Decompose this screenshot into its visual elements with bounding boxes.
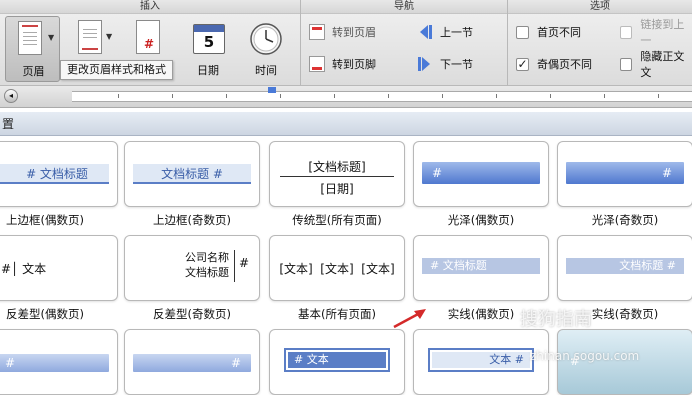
indent-marker[interactable] (268, 87, 276, 93)
tile-preview-text: # (566, 162, 684, 184)
prev-section-icon (416, 24, 434, 40)
gallery-tile[interactable]: # (557, 141, 692, 207)
tile-preview-text: # (238, 256, 249, 270)
checkbox-box (620, 25, 633, 39)
tile-caption: 上边框(奇数页) (153, 213, 231, 227)
checkmark-icon: ✓ (516, 56, 529, 71)
tile-preview-text: [日期] (320, 182, 354, 196)
checkbox-box (620, 57, 633, 71)
calendar-icon: 5 (193, 20, 225, 58)
gallery-tile[interactable]: # 文本 (269, 329, 405, 395)
first-page-different-checkbox[interactable]: 首页不同 (516, 21, 581, 43)
goto-header-icon (308, 24, 326, 40)
checkbox-box (516, 25, 529, 39)
prev-section-button[interactable]: 上一节 (416, 21, 473, 43)
gallery-tile[interactable]: # (124, 329, 260, 395)
gallery-tile[interactable]: # (413, 141, 549, 207)
tile-preview-text: [文档标题] (308, 160, 366, 174)
tile-preview-text: 文档标题 (185, 266, 229, 279)
ruler-track[interactable] (72, 87, 692, 102)
header-button-label: 页眉 (22, 65, 45, 78)
tile-preview-text: 文档标题 # (133, 164, 251, 184)
tile-caption: 上边框(偶数页) (6, 213, 84, 227)
prev-section-label: 上一节 (440, 26, 473, 39)
gallery-header: 置 (0, 112, 692, 136)
goto-footer-label: 转到页脚 (332, 58, 376, 71)
ruler-toggle[interactable]: ◂ (4, 89, 18, 103)
header-button[interactable]: ▼ 页眉 (5, 16, 60, 82)
goto-header-button[interactable]: 转到页眉 (308, 21, 376, 43)
tile-preview-text: [文本] [文本] [文本] (279, 262, 395, 276)
tile-caption: 反差型(偶数页) (6, 307, 84, 321)
ruler: ◂ (0, 86, 692, 108)
date-button-label: 日期 (197, 64, 219, 77)
gallery-tile[interactable]: # 文档标题 (0, 141, 118, 207)
time-button-label: 时间 (255, 64, 277, 77)
gallery-tile[interactable]: 文档标题 # (557, 235, 692, 301)
goto-footer-icon (308, 56, 326, 72)
gallery-tile[interactable]: # 文档标题 (413, 235, 549, 301)
clock-icon (250, 20, 282, 58)
gallery-tile[interactable]: 公司名称 文档标题 # (124, 235, 260, 301)
next-section-button[interactable]: 下一节 (416, 53, 473, 75)
group-title-options: 选项 (508, 0, 692, 14)
next-section-icon (416, 56, 434, 72)
first-page-different-label: 首页不同 (537, 26, 581, 39)
date-button[interactable]: 5 日期 (183, 16, 233, 82)
group-divider (507, 0, 508, 86)
tile-preview-text: 公司名称 (185, 251, 229, 264)
link-to-previous-label: 链接到上一 (640, 18, 685, 47)
gallery-tile[interactable]: 文本 # (413, 329, 549, 395)
group-title-insert: 插入 (0, 0, 300, 14)
tile-caption: 反差型(奇数页) (153, 307, 231, 321)
chevron-down-icon: ▼ (48, 33, 55, 42)
goto-header-label: 转到页眉 (332, 26, 376, 39)
gallery-tile[interactable]: 文档标题 # (124, 141, 260, 207)
time-button[interactable]: 时间 (241, 16, 291, 82)
tile-preview-text: # (133, 354, 251, 372)
page-number-icon: # (134, 20, 164, 58)
tile-caption: 传统型(所有页面) (292, 213, 382, 227)
odd-even-different-checkbox[interactable]: ✓ 奇偶页不同 (516, 53, 592, 75)
watermark-url: zhinan.sogou.com (530, 349, 640, 363)
tooltip: 更改页眉样式和格式 (60, 60, 173, 80)
tile-preview-text: # 文本 (288, 352, 386, 368)
red-arrow-icon (393, 309, 426, 329)
tile-caption: 基本(所有页面) (298, 307, 376, 321)
next-section-label: 下一节 (440, 58, 473, 71)
tile-preview-text: # 文档标题 (422, 258, 540, 274)
gallery-tile[interactable]: [文档标题] [日期] (269, 141, 405, 207)
tile-preview-text: 文档标题 # (566, 258, 684, 274)
footer-icon (76, 20, 106, 58)
group-title-navigation: 导航 (301, 0, 507, 14)
odd-even-different-label: 奇偶页不同 (537, 58, 592, 71)
goto-footer-button[interactable]: 转到页脚 (308, 53, 376, 75)
tile-preview-text: 文本 # (432, 352, 530, 368)
group-divider (300, 0, 301, 86)
chevron-down-icon: ▼ (106, 32, 113, 41)
hide-body-text-label: 隐藏正文文 (640, 50, 685, 79)
tile-preview-text: # 文档标题 (0, 164, 109, 184)
link-to-previous-checkbox[interactable]: 链接到上一 (620, 18, 692, 47)
gallery-tile[interactable]: [文本] [文本] [文本] (269, 235, 405, 301)
gallery-tile[interactable]: # (0, 329, 118, 395)
tile-preview-text: # (0, 354, 109, 372)
watermark-logo: 搜狗指南 (520, 309, 592, 330)
tile-caption: 光泽(奇数页) (591, 213, 659, 227)
hide-body-text-checkbox[interactable]: 隐藏正文文 (620, 50, 692, 79)
tile-preview-text: #│ 文本 (1, 262, 47, 276)
header-icon (16, 21, 46, 59)
gallery-tile[interactable]: #│ 文本 (0, 235, 118, 301)
tile-caption: 光泽(偶数页) (447, 213, 515, 227)
tile-preview-text: # (422, 162, 540, 184)
